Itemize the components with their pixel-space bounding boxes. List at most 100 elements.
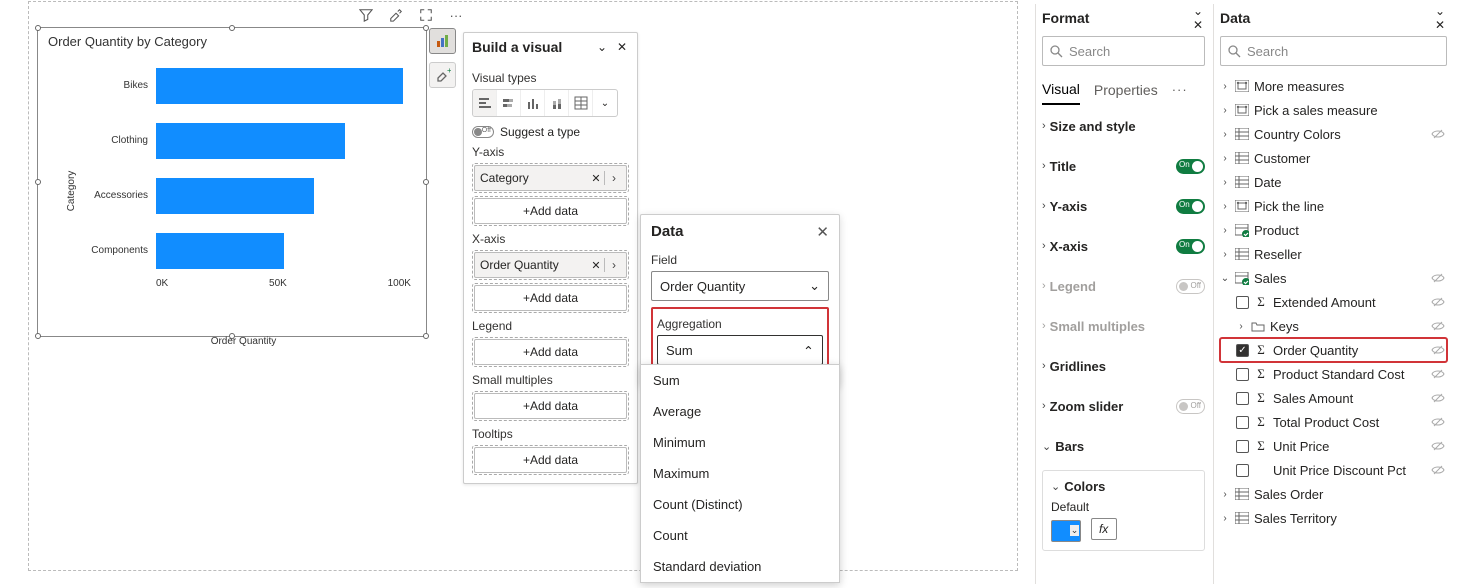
chevron-icon[interactable]: › [1220, 129, 1230, 140]
yaxis-add-data-button[interactable]: +Add data [474, 198, 627, 224]
default-color-swatch[interactable]: ⌄ [1051, 520, 1081, 542]
chevron-icon[interactable]: › [1220, 177, 1230, 188]
hidden-icon[interactable] [1431, 321, 1445, 331]
hidden-icon[interactable] [1431, 129, 1445, 139]
format-row[interactable]: ›TitleOn [1042, 146, 1205, 186]
tree-node[interactable]: Σ Total Product Cost [1220, 410, 1447, 434]
suggest-type-toggle[interactable]: Off [472, 126, 494, 138]
tree-node[interactable]: Σ Sales Amount [1220, 386, 1447, 410]
format-row[interactable]: ›Gridlines [1042, 346, 1205, 386]
format-brush-icon[interactable]: + [429, 62, 456, 88]
aggregation-option[interactable]: Count [641, 520, 839, 551]
checkbox[interactable] [1236, 368, 1249, 381]
aggregation-option[interactable]: Average [641, 396, 839, 427]
format-row[interactable]: ›Small multiples [1042, 306, 1205, 346]
tree-node[interactable]: › More measures [1220, 74, 1447, 98]
chevron-down-icon[interactable]: ⌄ [1051, 480, 1060, 493]
chevron-right-icon[interactable]: › [607, 258, 621, 272]
visual-type-table[interactable] [569, 90, 593, 116]
visual-type-stacked-col[interactable] [545, 90, 569, 116]
aggregation-option[interactable]: Minimum [641, 427, 839, 458]
chevron-icon[interactable]: › [1220, 81, 1230, 92]
tooltips-add-data-button[interactable]: +Add data [474, 447, 627, 473]
format-row[interactable]: ›Size and style [1042, 106, 1205, 146]
chart-bar[interactable] [156, 233, 284, 269]
checkbox[interactable]: ✓ [1236, 344, 1249, 357]
hidden-icon[interactable] [1431, 345, 1445, 355]
tree-node[interactable]: › Date [1220, 170, 1447, 194]
focus-icon[interactable] [417, 7, 435, 23]
expand-icon[interactable]: ⌄ [1191, 4, 1205, 18]
chevron-icon[interactable]: › [1220, 105, 1230, 116]
aggregation-option[interactable]: Maximum [641, 458, 839, 489]
checkbox[interactable] [1236, 392, 1249, 405]
format-row[interactable]: ›Zoom sliderOff [1042, 386, 1205, 426]
aggregation-select[interactable]: Sum ⌄ [657, 335, 823, 365]
aggregation-option[interactable]: Standard deviation [641, 551, 839, 582]
aggregation-option[interactable]: Count (Distinct) [641, 489, 839, 520]
format-row[interactable]: ›Y-axisOn [1042, 186, 1205, 226]
toggle-on[interactable]: On [1176, 199, 1205, 214]
tree-node[interactable]: ✓Σ Order Quantity [1220, 338, 1447, 362]
visual-type-bar-h[interactable] [473, 90, 497, 116]
tree-node[interactable]: ⌄ Sales [1220, 266, 1447, 290]
more-options-icon[interactable]: ··· [1172, 82, 1188, 97]
hidden-icon[interactable] [1431, 369, 1445, 379]
tree-node[interactable]: › Country Colors [1220, 122, 1447, 146]
tree-node[interactable]: › Sales Territory [1220, 506, 1447, 530]
tab-visual[interactable]: Visual [1042, 75, 1080, 105]
chevron-icon[interactable]: › [1220, 489, 1230, 500]
chevron-icon[interactable]: › [1220, 153, 1230, 164]
chevron-icon[interactable]: › [1220, 249, 1230, 260]
hidden-icon[interactable] [1431, 465, 1445, 475]
hidden-icon[interactable] [1431, 273, 1445, 283]
chevron-icon[interactable]: › [1236, 321, 1246, 332]
chart-bar[interactable] [156, 68, 403, 104]
toggle-off[interactable]: Off [1176, 279, 1205, 294]
yaxis-field-chip[interactable]: Category ✕› [474, 165, 627, 191]
aggregation-option[interactable]: Sum [641, 365, 839, 396]
chevron-icon[interactable]: › [1220, 201, 1230, 212]
format-row[interactable]: ›LegendOff [1042, 266, 1205, 306]
legend-add-data-button[interactable]: +Add data [474, 339, 627, 365]
remove-icon[interactable]: ✕ [590, 172, 602, 184]
format-row[interactable]: ›X-axisOn [1042, 226, 1205, 266]
tree-node[interactable]: Σ Extended Amount [1220, 290, 1447, 314]
tree-node[interactable]: › Keys [1220, 314, 1447, 338]
field-select[interactable]: Order Quantity ⌄ [651, 271, 829, 301]
data-search-input[interactable]: Search [1220, 36, 1447, 66]
visual-type-column[interactable] [521, 90, 545, 116]
chevron-icon[interactable]: › [1220, 225, 1230, 236]
tree-node[interactable]: › Pick a sales measure [1220, 98, 1447, 122]
small-multiples-add-data-button[interactable]: +Add data [474, 393, 627, 419]
chart-bar[interactable] [156, 178, 314, 214]
chevron-icon[interactable]: › [1220, 513, 1230, 524]
hidden-icon[interactable] [1431, 393, 1445, 403]
toggle-off[interactable]: Off [1176, 399, 1205, 414]
checkbox[interactable] [1236, 416, 1249, 429]
chart-bar[interactable] [156, 123, 345, 159]
chart-visual[interactable]: Order Quantity by Category Category Bike… [37, 27, 427, 337]
tree-node[interactable]: › Reseller [1220, 242, 1447, 266]
toggle-on[interactable]: On [1176, 159, 1205, 174]
tree-node[interactable]: › Product [1220, 218, 1447, 242]
tree-node[interactable]: › Pick the line [1220, 194, 1447, 218]
hidden-icon[interactable] [1431, 441, 1445, 451]
tree-node[interactable]: › Customer [1220, 146, 1447, 170]
checkbox[interactable] [1236, 464, 1249, 477]
chevron-right-icon[interactable]: › [607, 171, 621, 185]
tree-node[interactable]: Unit Price Discount Pct [1220, 458, 1447, 482]
format-search-input[interactable]: Search [1042, 36, 1205, 66]
more-options-icon[interactable]: ··· [447, 7, 465, 23]
close-icon[interactable]: ✕ [1433, 18, 1447, 32]
close-icon[interactable]: ✕ [816, 223, 829, 241]
close-icon[interactable]: ✕ [615, 40, 629, 54]
brush-icon[interactable] [387, 7, 405, 23]
visual-type-more-dropdown[interactable]: ⌄ [593, 90, 617, 116]
xaxis-add-data-button[interactable]: +Add data [474, 285, 627, 311]
checkbox[interactable] [1236, 296, 1249, 309]
remove-icon[interactable]: ✕ [590, 259, 602, 271]
expand-icon[interactable]: ⌄ [1433, 4, 1447, 18]
expand-icon[interactable]: ⌄ [595, 40, 609, 54]
build-visual-icon[interactable] [429, 28, 456, 54]
